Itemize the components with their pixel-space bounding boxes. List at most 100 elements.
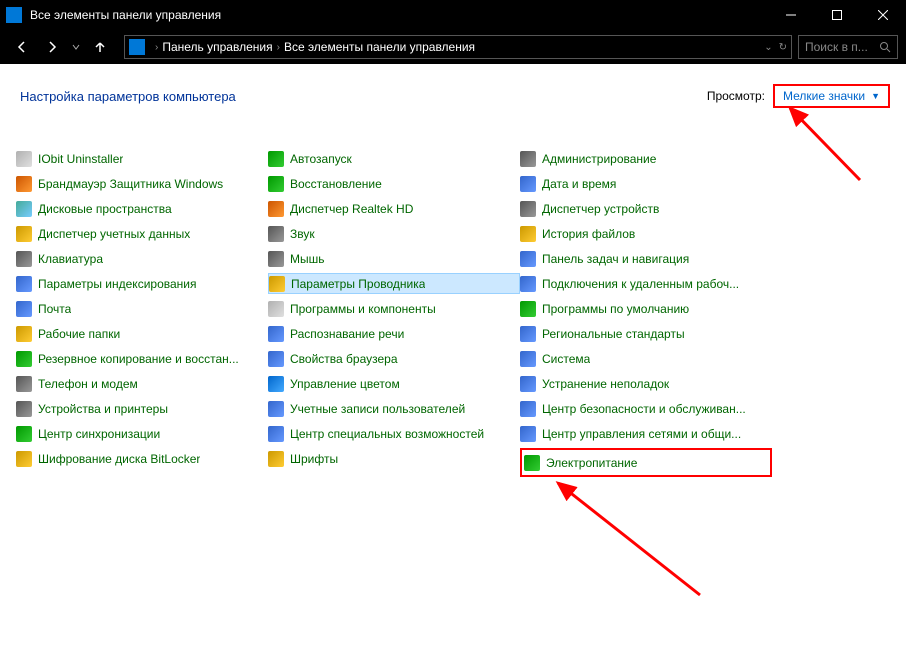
item-label: Диспетчер Realtek HD: [290, 202, 413, 216]
item-icon: [520, 326, 536, 342]
control-panel-item[interactable]: Шрифты: [268, 448, 520, 469]
control-panel-item[interactable]: Система: [520, 348, 772, 369]
item-icon: [268, 301, 284, 317]
control-panel-item[interactable]: Параметры индексирования: [16, 273, 268, 294]
item-icon: [16, 426, 32, 442]
item-icon: [520, 226, 536, 242]
item-icon: [16, 226, 32, 242]
refresh-icon[interactable]: ↻: [779, 42, 787, 53]
item-label: Рабочие папки: [38, 327, 120, 341]
item-label: Брандмауэр Защитника Windows: [38, 177, 223, 191]
item-label: Программы по умолчанию: [542, 302, 689, 316]
item-icon: [268, 201, 284, 217]
item-label: Учетные записи пользователей: [290, 402, 465, 416]
address-bar[interactable]: › Панель управления › Все элементы панел…: [124, 35, 792, 59]
control-panel-item[interactable]: Почта: [16, 298, 268, 319]
control-panel-item[interactable]: Восстановление: [268, 173, 520, 194]
item-icon: [520, 201, 536, 217]
control-panel-item[interactable]: Устройства и принтеры: [16, 398, 268, 419]
control-panel-item[interactable]: Диспетчер устройств: [520, 198, 772, 219]
control-panel-item[interactable]: Устранение неполадок: [520, 373, 772, 394]
control-panel-item[interactable]: Панель задач и навигация: [520, 248, 772, 269]
item-icon: [268, 426, 284, 442]
back-button[interactable]: [8, 34, 36, 60]
control-panel-item[interactable]: Дата и время: [520, 173, 772, 194]
window-controls: [768, 0, 906, 30]
control-panel-item[interactable]: Мышь: [268, 248, 520, 269]
item-icon: [269, 276, 285, 292]
item-icon: [16, 151, 32, 167]
forward-button[interactable]: [38, 34, 66, 60]
item-label: Дата и время: [542, 177, 616, 191]
item-label: Устранение неполадок: [542, 377, 669, 391]
item-icon: [520, 276, 536, 292]
item-label: Телефон и модем: [38, 377, 138, 391]
control-panel-item[interactable]: Центр безопасности и обслуживан...: [520, 398, 772, 419]
item-icon: [520, 401, 536, 417]
close-button[interactable]: [860, 0, 906, 30]
item-icon: [268, 451, 284, 467]
item-icon: [268, 401, 284, 417]
up-button[interactable]: [86, 34, 114, 60]
control-panel-item[interactable]: Центр синхронизации: [16, 423, 268, 444]
control-panel-item[interactable]: Свойства браузера: [268, 348, 520, 369]
item-label: Диспетчер устройств: [542, 202, 659, 216]
breadcrumb-sep: ›: [277, 42, 280, 53]
item-label: Восстановление: [290, 177, 382, 191]
view-dropdown[interactable]: Мелкие значки ▼: [773, 84, 890, 108]
search-placeholder: Поиск в п...: [805, 40, 879, 54]
item-label: Дисковые пространства: [38, 202, 172, 216]
item-label: Администрирование: [542, 152, 656, 166]
item-label: Центр специальных возможностей: [290, 427, 484, 441]
item-icon: [268, 376, 284, 392]
control-panel-item[interactable]: Программы и компоненты: [268, 298, 520, 319]
item-label: Центр синхронизации: [38, 427, 160, 441]
history-dropdown[interactable]: [68, 34, 84, 60]
item-icon: [16, 376, 32, 392]
control-panel-item[interactable]: Региональные стандарты: [520, 323, 772, 344]
item-label: Устройства и принтеры: [38, 402, 168, 416]
control-panel-icon: [129, 39, 145, 55]
control-panel-item[interactable]: Управление цветом: [268, 373, 520, 394]
control-panel-item[interactable]: Автозапуск: [268, 148, 520, 169]
maximize-button[interactable]: [814, 0, 860, 30]
item-label: Параметры индексирования: [38, 277, 196, 291]
chevron-down-icon[interactable]: ⌄: [764, 42, 772, 53]
control-panel-item[interactable]: Распознавание речи: [268, 323, 520, 344]
content-header: Настройка параметров компьютера Просмотр…: [16, 84, 890, 108]
control-panel-item[interactable]: История файлов: [520, 223, 772, 244]
minimize-button[interactable]: [768, 0, 814, 30]
search-input[interactable]: Поиск в п...: [798, 35, 898, 59]
control-panel-item[interactable]: Рабочие папки: [16, 323, 268, 344]
control-panel-item[interactable]: Диспетчер учетных данных: [16, 223, 268, 244]
control-panel-item[interactable]: IObit Uninstaller: [16, 148, 268, 169]
item-icon: [268, 176, 284, 192]
control-panel-item[interactable]: Звук: [268, 223, 520, 244]
control-panel-item[interactable]: Подключения к удаленным рабоч...: [520, 273, 772, 294]
search-icon: [879, 41, 891, 53]
control-panel-item[interactable]: Клавиатура: [16, 248, 268, 269]
item-label: Автозапуск: [290, 152, 352, 166]
breadcrumb-seg[interactable]: Панель управления: [162, 40, 272, 54]
item-icon: [16, 351, 32, 367]
control-panel-item[interactable]: Электропитание: [524, 452, 768, 473]
control-panel-item[interactable]: Дисковые пространства: [16, 198, 268, 219]
control-panel-item[interactable]: Центр специальных возможностей: [268, 423, 520, 444]
control-panel-item[interactable]: Администрирование: [520, 148, 772, 169]
control-panel-item[interactable]: Центр управления сетями и общи...: [520, 423, 772, 444]
control-panel-item[interactable]: Резервное копирование и восстан...: [16, 348, 268, 369]
control-panel-item[interactable]: Учетные записи пользователей: [268, 398, 520, 419]
item-icon: [268, 251, 284, 267]
item-label: Почта: [38, 302, 71, 316]
item-icon: [16, 326, 32, 342]
control-panel-item[interactable]: Параметры Проводника: [268, 273, 520, 294]
control-panel-item[interactable]: Шифрование диска BitLocker: [16, 448, 268, 469]
breadcrumb-seg[interactable]: Все элементы панели управления: [284, 40, 475, 54]
item-label: Шрифты: [290, 452, 338, 466]
control-panel-item[interactable]: Программы по умолчанию: [520, 298, 772, 319]
item-icon: [520, 351, 536, 367]
control-panel-item[interactable]: Брандмауэр Защитника Windows: [16, 173, 268, 194]
control-panel-item[interactable]: Телефон и модем: [16, 373, 268, 394]
control-panel-item[interactable]: Диспетчер Realtek HD: [268, 198, 520, 219]
item-icon: [520, 426, 536, 442]
